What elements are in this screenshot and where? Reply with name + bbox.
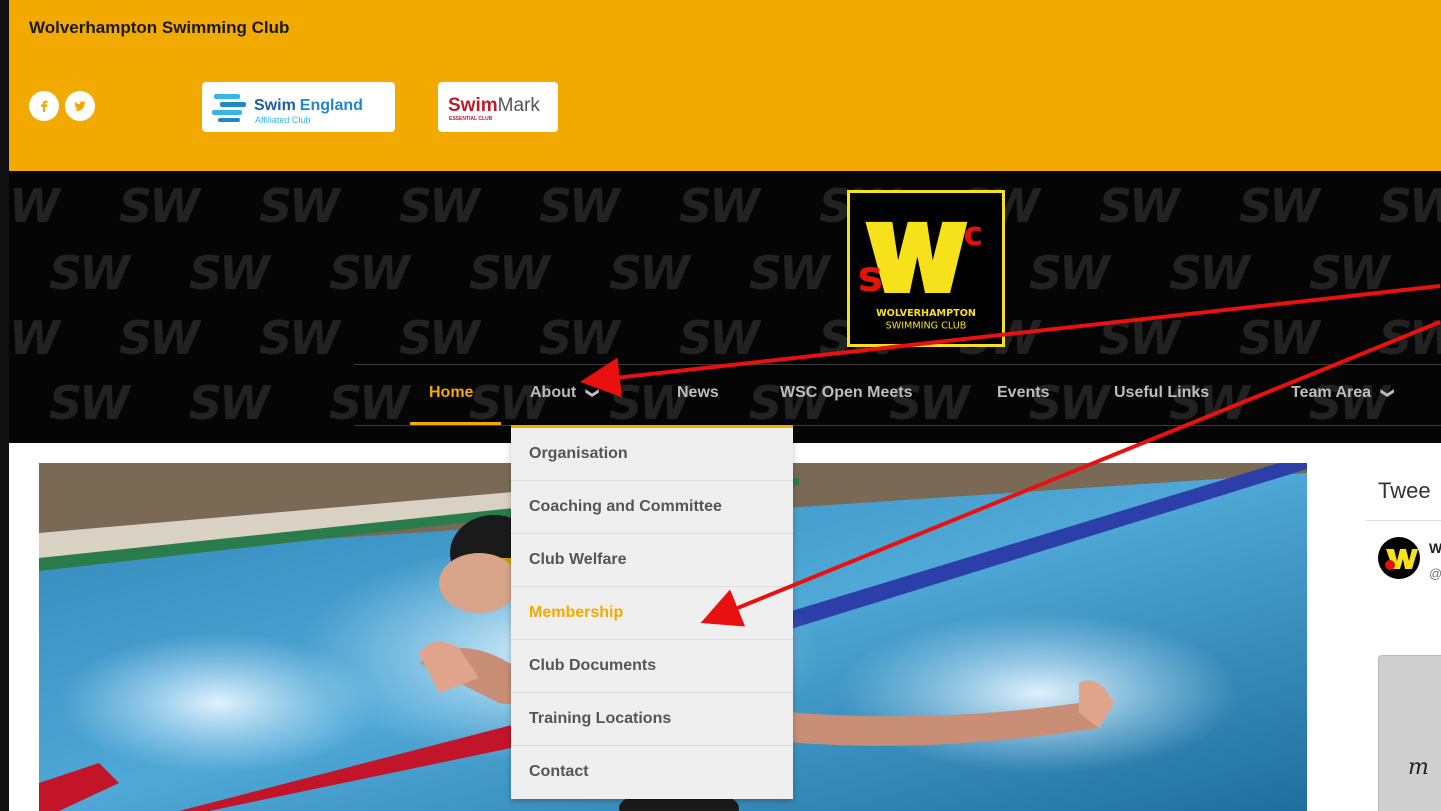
twitter-avatar[interactable] — [1378, 537, 1420, 579]
tweets-divider — [1365, 520, 1441, 521]
watermark-logo: SW — [539, 311, 620, 365]
watermark-logo: SW — [1239, 179, 1320, 233]
hero-banner: SW SW SW SW SW SW SW SW SW SW SW SW SW SW SW SW SW SW SW SW… — [9, 171, 1441, 443]
swim-england-brand: Swim England — [254, 97, 363, 114]
dropdown-item-contact[interactable]: Contact — [511, 746, 793, 799]
browser-frame: Wolverhampton Swimming Club Swim England … — [0, 0, 1441, 811]
watermark-logo: SW — [1099, 179, 1180, 233]
watermark-logo: SW — [1099, 311, 1180, 365]
watermark-logo: SW — [1379, 311, 1441, 365]
swimmark-badge[interactable]: SwimMark ESSENTIAL CLUB — [438, 82, 558, 132]
chevron-down-icon: ❮ — [1378, 387, 1394, 399]
tweet-media-card[interactable] — [1378, 655, 1441, 811]
watermark-logo: SW — [609, 246, 690, 300]
watermark-logo: SW — [1379, 179, 1441, 233]
dropdown-item-club-welfare[interactable]: Club Welfare — [511, 534, 793, 587]
watermark-logo: SW — [49, 246, 130, 300]
twitter-icon[interactable] — [65, 91, 95, 121]
watermark-logo: SW — [1029, 246, 1110, 300]
site-title[interactable]: Wolverhampton Swimming Club — [29, 18, 289, 38]
nav-home[interactable]: Home — [429, 365, 473, 425]
watermark-logo: SW — [1169, 246, 1250, 300]
logo-letter-c: c — [964, 215, 983, 253]
watermark-logo: SW — [119, 179, 200, 233]
nav-team-area[interactable]: Team Area ❮ — [1291, 365, 1394, 425]
tweets-heading: Twee — [1378, 478, 1431, 503]
swim-england-badge[interactable]: Swim England Affiliated Club — [202, 82, 395, 132]
tweet-author-name[interactable]: W — [1429, 540, 1441, 556]
watermark-logo: SW — [9, 179, 60, 233]
watermark-logo: SW — [119, 311, 200, 365]
swim-england-sub: Affiliated Club — [255, 115, 310, 125]
watermark-logo: SW — [399, 179, 480, 233]
swimmark-sub: ESSENTIAL CLUB — [449, 116, 493, 122]
club-logo[interactable]: s c WOLVERHAMPTON SWIMMING CLUB — [847, 190, 1005, 347]
logo-letter-s: s — [858, 252, 883, 301]
watermark-logo: SW — [259, 311, 340, 365]
tweet-author-handle[interactable]: @ — [1429, 566, 1441, 581]
nav-useful-links[interactable]: Useful Links — [1114, 365, 1209, 425]
watermark-logo: SW — [539, 179, 620, 233]
nav-news[interactable]: News — [677, 365, 719, 425]
watermark-logo: SW — [259, 179, 340, 233]
top-header: Wolverhampton Swimming Club Swim England … — [9, 0, 1441, 171]
swim-england-logo-icon — [212, 94, 246, 122]
watermark-logo: SW — [749, 246, 830, 300]
nav-events[interactable]: Events — [997, 365, 1049, 425]
watermark-logo: SW — [1239, 311, 1320, 365]
main-nav: Home About ❮ News WSC Open Meets Events U… — [354, 364, 1441, 426]
watermark-logo: SW — [679, 179, 760, 233]
watermark-logo: SW — [1309, 246, 1390, 300]
watermark-logo: SW — [399, 311, 480, 365]
nav-about[interactable]: About ❮ — [530, 365, 599, 425]
dropdown-item-organisation[interactable]: Organisation — [511, 428, 793, 481]
facebook-icon[interactable] — [29, 91, 59, 121]
tweet-media-text: m — [1408, 755, 1429, 780]
about-dropdown-menu: Organisation Coaching and Committee Club… — [511, 425, 793, 799]
dropdown-item-coaching-committee[interactable]: Coaching and Committee — [511, 481, 793, 534]
watermark-logo: SW — [679, 311, 760, 365]
watermark-logo: SW — [329, 246, 410, 300]
chevron-down-icon: ❮ — [583, 387, 599, 399]
logo-line1: WOLVERHAMPTON — [876, 308, 976, 319]
dropdown-item-training-locations[interactable]: Training Locations — [511, 693, 793, 746]
dropdown-item-club-documents[interactable]: Club Documents — [511, 640, 793, 693]
nav-wsc-open-meets[interactable]: WSC Open Meets — [780, 365, 912, 425]
watermark-logo: SW — [49, 376, 130, 430]
watermark-logo: SW — [189, 376, 270, 430]
logo-line2: SWIMMING CLUB — [886, 321, 967, 332]
dropdown-item-membership[interactable]: Membership — [511, 587, 793, 640]
watermark-logo: SW — [469, 246, 550, 300]
watermark-logo: SW — [9, 311, 60, 365]
watermark-logo: SW — [189, 246, 270, 300]
swimmark-brand: SwimMark — [448, 95, 540, 116]
